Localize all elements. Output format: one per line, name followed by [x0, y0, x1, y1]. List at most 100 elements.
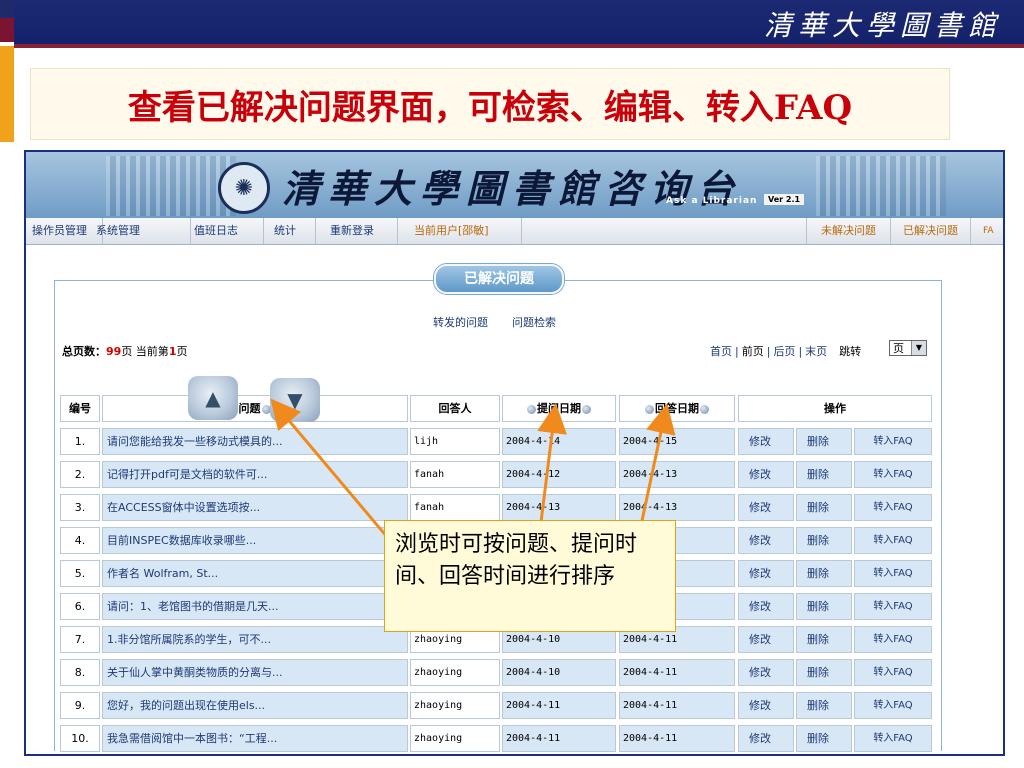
question-link[interactable]: 我急需借阅馆中一本图书：“工程...: [102, 725, 408, 752]
delete-link[interactable]: 删除: [796, 527, 852, 554]
answerer: fanah: [410, 494, 500, 521]
edit-link[interactable]: 修改: [738, 659, 794, 686]
delete-link[interactable]: 删除: [796, 560, 852, 587]
to-faq-link[interactable]: 转入FAQ: [854, 461, 932, 488]
col-header-question[interactable]: 问题: [102, 395, 408, 422]
delete-link[interactable]: 删除: [796, 461, 852, 488]
pager-first[interactable]: 首页: [710, 345, 732, 358]
to-faq-link[interactable]: 转入FAQ: [854, 428, 932, 455]
answer-date: 2004-4-11: [619, 692, 735, 719]
link-search[interactable]: 问题检索: [512, 314, 556, 330]
banner-building-right: [816, 156, 946, 216]
page-current-label: 页 当前第: [121, 345, 169, 358]
slide-title: 查看已解决问题界面，可检索、编辑、转入FAQ: [127, 87, 853, 128]
row-number: 6.: [60, 593, 100, 620]
col-header-actions: 操作: [738, 395, 932, 422]
sort-asc-icon[interactable]: [527, 404, 536, 414]
col-header-answer-date[interactable]: 回答日期: [619, 395, 735, 422]
sort-down-zoom-icon: ▼: [270, 378, 320, 422]
pager-last[interactable]: 末页: [805, 345, 827, 358]
delete-link[interactable]: 删除: [796, 692, 852, 719]
edit-link[interactable]: 修改: [738, 626, 794, 653]
edit-link[interactable]: 修改: [738, 725, 794, 752]
question-link[interactable]: 请问您能给我发一些移动式模具的...: [102, 428, 408, 455]
ask-date: 2004-4-11: [502, 725, 616, 752]
col-header-ask-date[interactable]: 提问日期: [502, 395, 616, 422]
edit-link[interactable]: 修改: [738, 494, 794, 521]
col-header-answer-date-label: 回答日期: [655, 402, 699, 415]
answerer: zhaoying: [410, 692, 500, 719]
edit-link[interactable]: 修改: [738, 461, 794, 488]
sort-asc-icon[interactable]: [645, 404, 654, 414]
delete-link[interactable]: 删除: [796, 494, 852, 521]
row-number: 7.: [60, 626, 100, 653]
to-faq-link[interactable]: 转入FAQ: [854, 494, 932, 521]
to-faq-link[interactable]: 转入FAQ: [854, 560, 932, 587]
row-number: 9.: [60, 692, 100, 719]
question-link[interactable]: 在ACCESS窗体中设置选项按...: [102, 494, 408, 521]
nav-system-admin[interactable]: 系统管理: [90, 218, 191, 244]
delete-link[interactable]: 删除: [796, 659, 852, 686]
row-number: 1.: [60, 428, 100, 455]
annotation-callout: 浏览时可按问题、提问时间、回答时间进行排序: [384, 520, 676, 632]
question-link[interactable]: 记得打开pdf可是文档的软件可...: [102, 461, 408, 488]
slide-top-band: 清華大學圖書館: [14, 0, 1024, 48]
page-end-label: 页: [176, 345, 188, 358]
question-link[interactable]: 1.非分馆所属院系的学生，可不...: [102, 626, 408, 653]
ask-date: 2004-4-13: [502, 494, 616, 521]
nav-statistics[interactable]: 统计: [264, 218, 316, 244]
pager: 首页 | 前页 | 后页 | 末页 跳转: [710, 345, 862, 358]
col-header-question-label: 问题: [238, 402, 261, 415]
to-faq-link[interactable]: 转入FAQ: [854, 593, 932, 620]
slide-deco-navy: [0, 0, 14, 18]
app-screenshot: ✺ 清華大學圖書館咨询台 Ask a Librarian Ver 2.1 操作员…: [24, 150, 1005, 756]
edit-link[interactable]: 修改: [738, 527, 794, 554]
row-number: 3.: [60, 494, 100, 521]
delete-link[interactable]: 删除: [796, 428, 852, 455]
question-link[interactable]: 关于仙人掌中黄酮类物质的分离与...: [102, 659, 408, 686]
to-faq-link[interactable]: 转入FAQ: [854, 626, 932, 653]
row-number: 4.: [60, 527, 100, 554]
sort-up-zoom-icon: ▲: [188, 376, 238, 420]
nav-faq[interactable]: FA: [970, 218, 1003, 244]
chevron-down-icon: ▼: [911, 341, 926, 355]
page-jump-select[interactable]: 页 ▼: [889, 340, 927, 356]
edit-link[interactable]: 修改: [738, 428, 794, 455]
question-link[interactable]: 作者名 Wolfram, St...: [102, 560, 408, 587]
answer-date: 2004-4-13: [619, 494, 735, 521]
nav-duty-log[interactable]: 值班日志: [178, 218, 264, 244]
to-faq-link[interactable]: 转入FAQ: [854, 527, 932, 554]
delete-link[interactable]: 删除: [796, 626, 852, 653]
link-forwarded[interactable]: 转发的问题: [433, 314, 488, 330]
sort-desc-icon[interactable]: [700, 404, 709, 414]
to-faq-link[interactable]: 转入FAQ: [854, 659, 932, 686]
ask-date: 2004-4-14: [502, 428, 616, 455]
nav-solved[interactable]: 已解决问题: [890, 218, 970, 244]
pager-prev[interactable]: 前页: [742, 345, 764, 358]
pager-next[interactable]: 后页: [773, 345, 795, 358]
edit-link[interactable]: 修改: [738, 560, 794, 587]
to-faq-link[interactable]: 转入FAQ: [854, 725, 932, 752]
row-number: 2.: [60, 461, 100, 488]
slide-title-box: 查看已解决问题界面，可检索、编辑、转入FAQ: [30, 68, 950, 140]
pager-jump-label: 跳转: [839, 345, 862, 358]
edit-link[interactable]: 修改: [738, 593, 794, 620]
ask-date: 2004-4-12: [502, 461, 616, 488]
tsinghua-library-logo: 清華大學圖書館: [763, 9, 1002, 42]
university-seal-icon: ✺: [218, 162, 270, 214]
question-link[interactable]: 目前INSPEC数据库收录哪些...: [102, 527, 408, 554]
sort-desc-icon[interactable]: [582, 404, 591, 414]
question-link[interactable]: 请问：1、老馆图书的借期是几天...: [102, 593, 408, 620]
question-link[interactable]: 您好，我的问题出现在使用els...: [102, 692, 408, 719]
slide-band-stripe: [14, 44, 1024, 48]
answer-date: 2004-4-13: [619, 461, 735, 488]
slide-deco-orange: [0, 46, 14, 142]
edit-link[interactable]: 修改: [738, 692, 794, 719]
delete-link[interactable]: 删除: [796, 593, 852, 620]
page-total-label: 总页数：: [62, 345, 106, 358]
delete-link[interactable]: 删除: [796, 725, 852, 752]
page-info: 总页数：99页 当前第1页: [62, 343, 187, 359]
nav-relogin[interactable]: 重新登录: [316, 218, 398, 244]
nav-unsolved[interactable]: 未解决问题: [806, 218, 890, 244]
to-faq-link[interactable]: 转入FAQ: [854, 692, 932, 719]
